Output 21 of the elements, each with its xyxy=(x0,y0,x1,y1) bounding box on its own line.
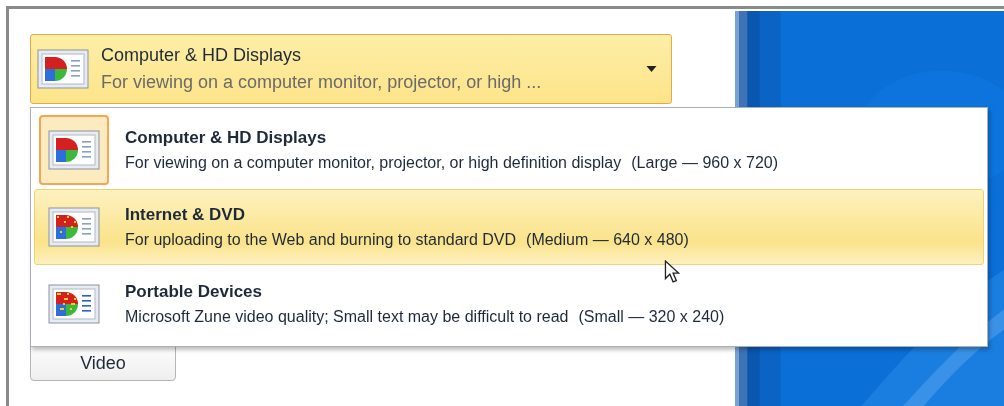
monitor-pie-chart-icon xyxy=(48,283,100,324)
option-title: Internet & DVD xyxy=(125,205,246,225)
option-title: Portable Devices xyxy=(125,281,263,302)
menu-option[interactable]: Internet & DVD For uploading to the Web and burning to standard DVD (Medium — 640 x 480) xyxy=(34,188,984,266)
option-size: (Small — 320 x 240) xyxy=(578,307,725,326)
caret-icon xyxy=(646,66,657,72)
dropdown-description: For viewing on a computer monitor, projector, or high ... xyxy=(101,72,543,93)
option-description: For uploading to the Web and burning to standard DVD xyxy=(125,231,517,249)
option-size: (Large — 960 x 720) xyxy=(631,154,778,173)
option-description: Microsoft Zune video quality; Small text may be difficult to read xyxy=(125,307,569,326)
option-title: Computer & HD Displays xyxy=(125,128,328,149)
monitor-pie-chart-icon xyxy=(37,49,89,89)
option-size: (Medium — 640 x 480) xyxy=(526,231,689,249)
monitor-pie-chart-icon xyxy=(48,130,100,171)
format-dropdown[interactable]: Computer & HD Displays For viewing on a computer monitor, projector, or high ... xyxy=(30,34,672,104)
mouse-pointer-icon xyxy=(664,260,680,284)
dropdown-title: Computer & HD Displays xyxy=(101,45,303,66)
menu-option[interactable]: Computer & HD Displays For viewing on a computer monitor, projector, or high definition display (Large — 960 x 720) xyxy=(34,112,984,189)
monitor-pie-chart-icon xyxy=(48,207,100,247)
menu-option[interactable]: Portable Devices Microsoft Zune video quality; Small text may be difficult to read (Small — 320 x 240) xyxy=(34,265,984,342)
option-description: For viewing on a computer monitor, projector, or high definition display xyxy=(125,154,622,173)
